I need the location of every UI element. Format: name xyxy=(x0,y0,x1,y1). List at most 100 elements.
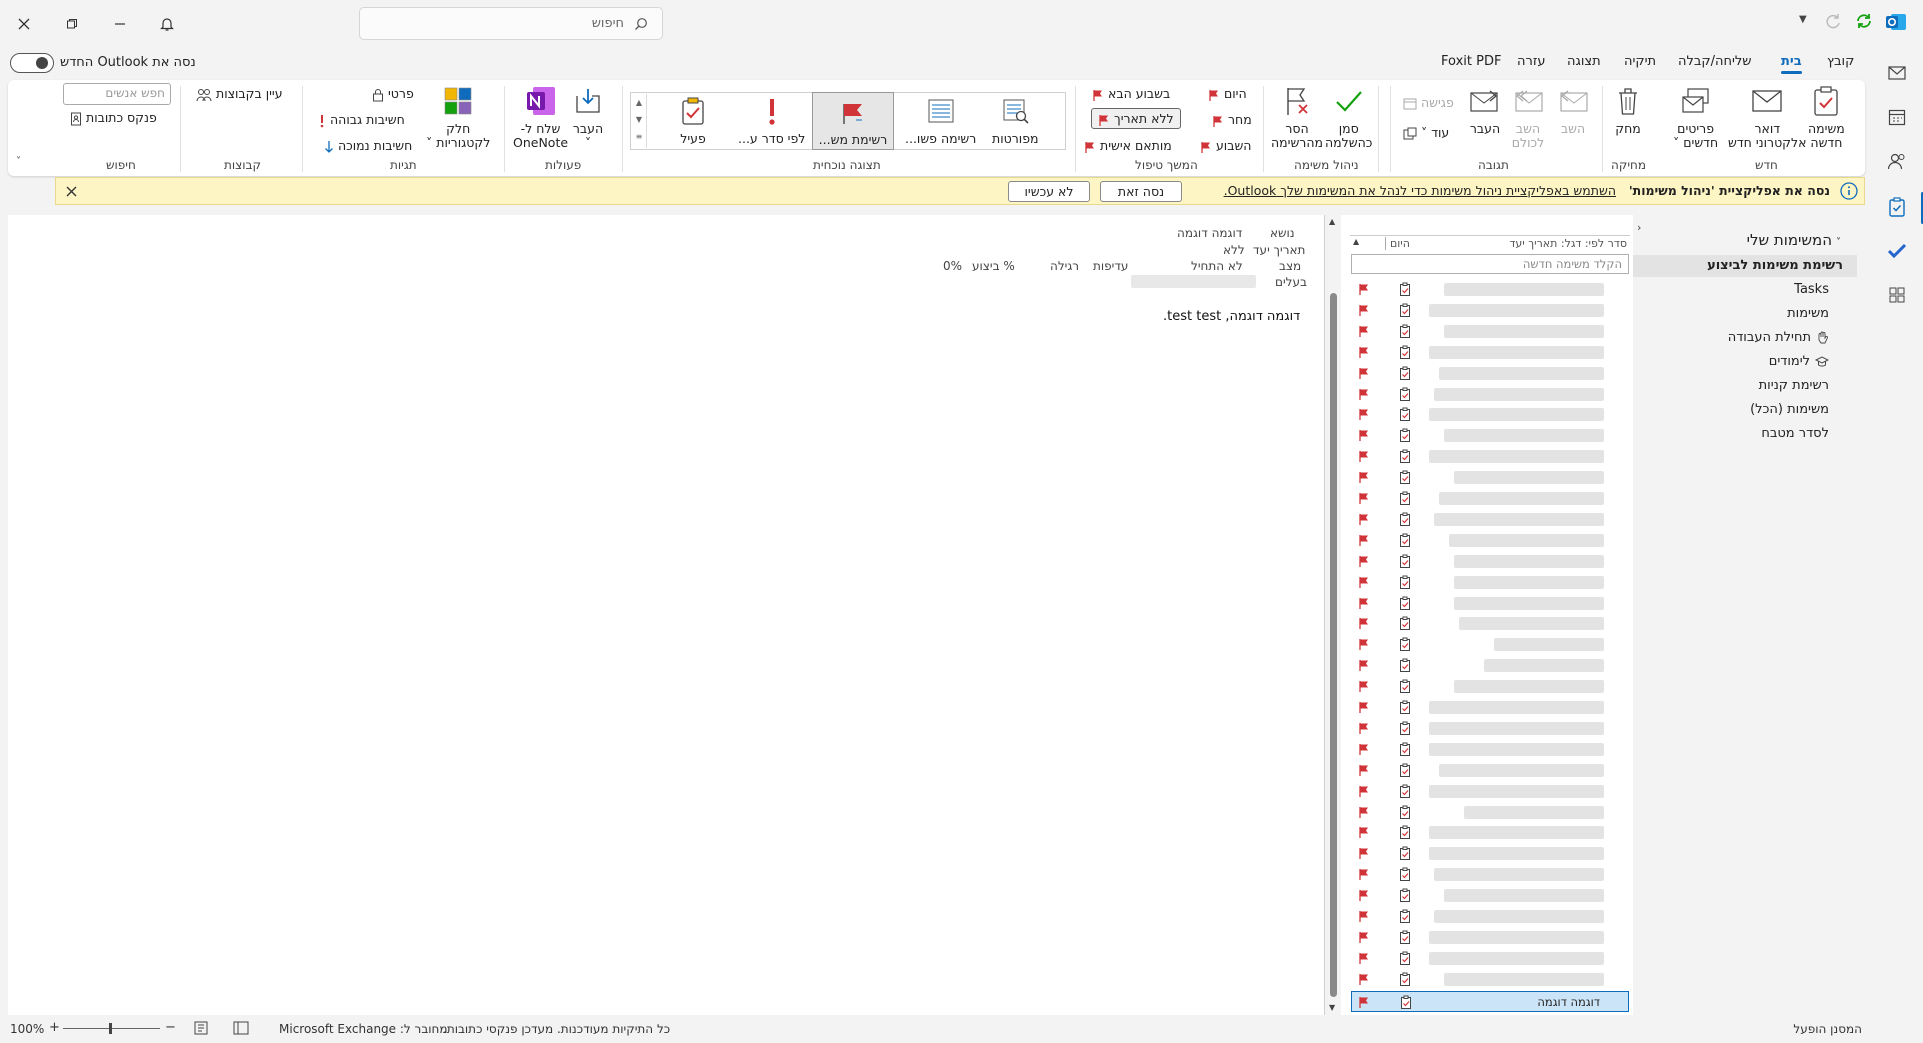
send-to-onenote-button[interactable]: שלח ל- OneNote xyxy=(513,84,568,150)
task-row[interactable] xyxy=(1350,384,1630,405)
flag-icon[interactable] xyxy=(1358,408,1370,423)
flag-icon[interactable] xyxy=(1358,346,1370,361)
task-row[interactable] xyxy=(1350,300,1630,321)
new-task-button[interactable]: משימה חדשה xyxy=(1808,84,1845,150)
collapse-group-icon[interactable]: ▲ xyxy=(1353,237,1359,246)
flag-icon[interactable] xyxy=(1358,973,1370,988)
new-items-button[interactable]: פריטים חדשים ˅ xyxy=(1673,84,1718,150)
flag-icon[interactable] xyxy=(1358,450,1370,465)
flag-icon[interactable] xyxy=(1358,492,1370,507)
flag-icon[interactable] xyxy=(1358,325,1370,340)
restore-button[interactable] xyxy=(57,10,87,38)
task-row[interactable] xyxy=(1350,425,1630,446)
flag-icon[interactable] xyxy=(1358,680,1370,695)
view-gallery-scroll[interactable]: ▲ ▼ ≡ xyxy=(632,94,647,148)
task-row[interactable] xyxy=(1350,634,1630,655)
tab-folder[interactable]: תיקיה xyxy=(1624,54,1656,69)
task-row[interactable] xyxy=(1350,404,1630,425)
flag-icon[interactable] xyxy=(1358,576,1370,591)
redo-button[interactable] xyxy=(1825,12,1843,33)
task-row[interactable] xyxy=(1350,279,1630,300)
flag-icon[interactable] xyxy=(1358,513,1370,528)
flag-icon[interactable] xyxy=(1358,617,1370,632)
task-row[interactable] xyxy=(1350,802,1630,823)
close-button[interactable] xyxy=(9,10,39,38)
view-detailed-button[interactable]: מפורטות xyxy=(992,94,1038,146)
mark-complete-button[interactable]: סמן כהשלמה xyxy=(1325,84,1372,150)
flag-icon[interactable] xyxy=(1358,597,1370,612)
apps-nav-button[interactable] xyxy=(1884,282,1910,308)
task-row[interactable] xyxy=(1350,363,1630,384)
high-importance-button[interactable]: חשיבות גבוהה xyxy=(318,112,405,128)
flag-icon[interactable] xyxy=(1358,952,1370,967)
flag-icon[interactable] xyxy=(1358,910,1370,925)
reply-all-button[interactable]: השב לכולם xyxy=(1511,84,1545,150)
task-row[interactable] xyxy=(1350,885,1630,906)
address-book-button[interactable]: פנקס כתובות xyxy=(70,110,157,126)
flag-icon[interactable] xyxy=(1358,868,1370,883)
tab-send-receive[interactable]: שליחה/קבלה xyxy=(1678,54,1752,69)
calendar-nav-button[interactable] xyxy=(1884,104,1910,130)
customize-quick-access-icon[interactable]: ▼ xyxy=(1799,14,1807,25)
flag-icon[interactable] xyxy=(1358,701,1370,716)
task-row[interactable] xyxy=(1350,321,1630,342)
folder-all-tasks[interactable]: משימות (הכל) xyxy=(1750,402,1829,417)
flag-icon[interactable] xyxy=(1358,388,1370,403)
new-email-button[interactable]: דואר אלקטרוני חדש xyxy=(1728,84,1807,150)
task-row[interactable] xyxy=(1350,551,1630,572)
task-row[interactable] xyxy=(1350,572,1630,593)
view-simple-list-button[interactable]: רשימה פשו... xyxy=(905,94,976,146)
folder-studies[interactable]: לימודים xyxy=(1769,354,1830,369)
folder-getting-started[interactable]: תחילת העבודה xyxy=(1728,330,1829,345)
sync-button[interactable] xyxy=(1855,12,1873,33)
flag-icon[interactable] xyxy=(1358,889,1370,904)
delete-button[interactable]: מחק xyxy=(1611,84,1645,136)
task-row[interactable] xyxy=(1350,864,1630,885)
flag-icon[interactable] xyxy=(1358,785,1370,800)
flag-icon[interactable] xyxy=(1358,429,1370,444)
search-people-input[interactable]: חפש אנשים xyxy=(63,83,171,105)
folder-kitchen[interactable]: לסדר מטבח xyxy=(1761,426,1829,441)
not-now-button[interactable]: לא עכשיו xyxy=(1008,181,1090,202)
folder-todo-list[interactable]: רשימת משימות לביצוע xyxy=(1707,258,1843,273)
tab-view[interactable]: תצוגה xyxy=(1567,54,1601,69)
info-bar-link[interactable]: השתמש באפליקציית ניהול משימות כדי לנהל א… xyxy=(1224,183,1616,198)
tab-home[interactable]: בית xyxy=(1781,54,1802,74)
private-button[interactable]: פרטי xyxy=(372,86,414,102)
sort-by-label[interactable]: סדר לפי: דגל: תאריך יעד xyxy=(1509,237,1627,250)
followup-today-button[interactable]: היום xyxy=(1208,86,1247,101)
task-row[interactable] xyxy=(1350,781,1630,802)
task-row[interactable] xyxy=(1350,530,1630,551)
todo-nav-button[interactable] xyxy=(1884,238,1910,264)
task-row[interactable] xyxy=(1350,843,1630,864)
followup-tomorrow-button[interactable]: מחר xyxy=(1212,112,1252,127)
task-row[interactable] xyxy=(1350,613,1630,634)
scrollbar-thumb[interactable] xyxy=(1330,293,1337,997)
browse-groups-button[interactable]: עיין בקבוצות xyxy=(196,86,283,102)
zoom-in-button[interactable]: + xyxy=(49,1020,60,1035)
new-outlook-toggle[interactable] xyxy=(10,53,54,73)
normal-view-button[interactable] xyxy=(233,1021,249,1038)
task-row[interactable] xyxy=(1350,488,1630,509)
flag-icon[interactable] xyxy=(1358,471,1370,486)
task-row[interactable] xyxy=(1350,822,1630,843)
view-active-button[interactable]: פעיל xyxy=(676,94,710,146)
folder-shopping-list[interactable]: רשימת קניות xyxy=(1759,378,1829,393)
view-priority-button[interactable]: לפי סדר ע... xyxy=(738,94,805,146)
tab-file[interactable]: קובץ xyxy=(1827,54,1854,69)
task-row[interactable] xyxy=(1350,509,1630,530)
flag-icon[interactable] xyxy=(1358,826,1370,841)
flag-icon[interactable] xyxy=(1358,367,1370,382)
task-row[interactable] xyxy=(1350,446,1630,467)
followup-custom-button[interactable]: מותאם אישית xyxy=(1084,138,1172,153)
task-row[interactable] xyxy=(1350,739,1630,760)
flag-icon[interactable] xyxy=(1358,534,1370,549)
scroll-down-icon[interactable]: ▼ xyxy=(1329,1003,1335,1012)
flag-icon[interactable] xyxy=(1358,638,1370,653)
selected-task-row[interactable]: דוגמה דוגמה xyxy=(1351,991,1629,1012)
task-row[interactable] xyxy=(1350,969,1630,990)
flag-icon[interactable] xyxy=(1358,764,1370,779)
my-tasks-header[interactable]: ˅המשימות שלי xyxy=(1747,231,1841,249)
flag-icon[interactable] xyxy=(1358,659,1370,674)
flag-icon[interactable] xyxy=(1358,283,1370,298)
